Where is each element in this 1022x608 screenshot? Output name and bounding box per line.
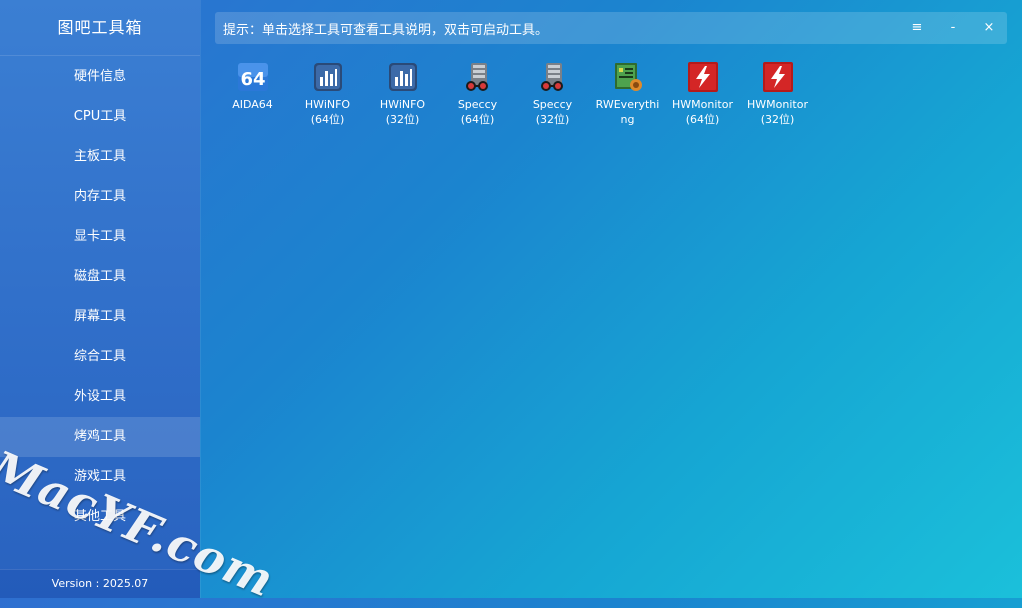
- tool-hwmonitor-64[interactable]: HWMonitor (64位): [665, 60, 740, 127]
- tool-aida64[interactable]: 64 AIDA64: [215, 60, 290, 127]
- hwmonitor-icon: [762, 62, 793, 92]
- sidebar-item-disk-tools[interactable]: 磁盘工具: [0, 257, 200, 297]
- tool-hwinfo-32[interactable]: HWiNFO (32位): [365, 60, 440, 127]
- version-label: Version : 2025.07: [0, 569, 200, 598]
- tool-name: HWMonitor: [747, 98, 808, 111]
- sidebar-item-integrated-tools[interactable]: 综合工具: [0, 337, 200, 377]
- tool-label: Speccy (64位): [442, 97, 514, 127]
- app-window: 图吧工具箱 硬件信息 CPU工具 主板工具 内存工具 显卡工具 磁盘工具 屏幕工…: [0, 0, 1022, 608]
- tool-rweverything[interactable]: RWEverythi ng: [590, 60, 665, 127]
- tool-label: HWMonitor (32位): [742, 97, 814, 127]
- sidebar-item-memory-tools[interactable]: 内存工具: [0, 177, 200, 217]
- app-title: 图吧工具箱: [0, 0, 200, 56]
- tool-name: RWEverythi: [595, 98, 660, 111]
- hint-text: 提示：单击选择工具可查看工具说明，双击可启动工具。: [223, 22, 549, 38]
- tool-sub: (32位): [385, 113, 420, 126]
- tool-hwmonitor-32[interactable]: HWMonitor (32位): [740, 60, 815, 127]
- sidebar-item-peripheral-tools[interactable]: 外设工具: [0, 377, 200, 417]
- hwmonitor-icon: [687, 62, 718, 92]
- menu-button[interactable]: ≡: [899, 12, 935, 44]
- minimize-button[interactable]: -: [935, 12, 971, 44]
- tool-label: AIDA64: [217, 97, 289, 112]
- tool-name: AIDA64: [232, 98, 273, 111]
- tool-name: HWiNFO: [379, 98, 426, 111]
- hwinfo-icon: [313, 63, 342, 91]
- tool-speccy-64[interactable]: Speccy (64位): [440, 60, 515, 127]
- tool-sub: (32位): [535, 113, 570, 126]
- tool-label: HWMonitor (64位): [667, 97, 739, 127]
- tool-name: HWMonitor: [672, 98, 733, 111]
- tool-name: Speccy: [532, 98, 573, 111]
- sidebar-item-screen-tools[interactable]: 屏幕工具: [0, 297, 200, 337]
- sidebar-item-motherboard-tools[interactable]: 主板工具: [0, 137, 200, 177]
- tool-label: HWiNFO (32位): [367, 97, 439, 127]
- tool-sub: (64位): [685, 113, 720, 126]
- tool-sub: (64位): [460, 113, 495, 126]
- tool-hwinfo-64[interactable]: HWiNFO (64位): [290, 60, 365, 127]
- tool-label: RWEverythi ng: [592, 97, 664, 127]
- hwinfo-icon: [388, 63, 417, 91]
- tool-sub: ng: [620, 113, 635, 126]
- tool-label: HWiNFO (64位): [292, 97, 364, 127]
- speccy-icon: [540, 63, 563, 91]
- speccy-icon: [465, 63, 488, 91]
- close-button[interactable]: ×: [971, 12, 1007, 44]
- tool-label: Speccy (32位): [517, 97, 589, 127]
- svg-text:64: 64: [240, 69, 265, 90]
- rweverything-icon: [614, 63, 642, 91]
- aida64-icon: 64: [237, 63, 268, 91]
- tool-grid: 64 AIDA64 HWiNFO (64位) HWiNFO (32位) Spec…: [215, 60, 815, 127]
- sidebar-item-cpu-tools[interactable]: CPU工具: [0, 97, 200, 137]
- sidebar-item-gpu-tools[interactable]: 显卡工具: [0, 217, 200, 257]
- tool-sub: (64位): [310, 113, 345, 126]
- sidebar-item-hardware-info[interactable]: 硬件信息: [0, 57, 200, 97]
- tool-name: HWiNFO: [304, 98, 351, 111]
- tool-name: Speccy: [457, 98, 498, 111]
- tool-speccy-32[interactable]: Speccy (32位): [515, 60, 590, 127]
- hint-bar: 提示：单击选择工具可查看工具说明，双击可启动工具。 ≡ - ×: [215, 12, 1007, 44]
- tool-sub: (32位): [760, 113, 795, 126]
